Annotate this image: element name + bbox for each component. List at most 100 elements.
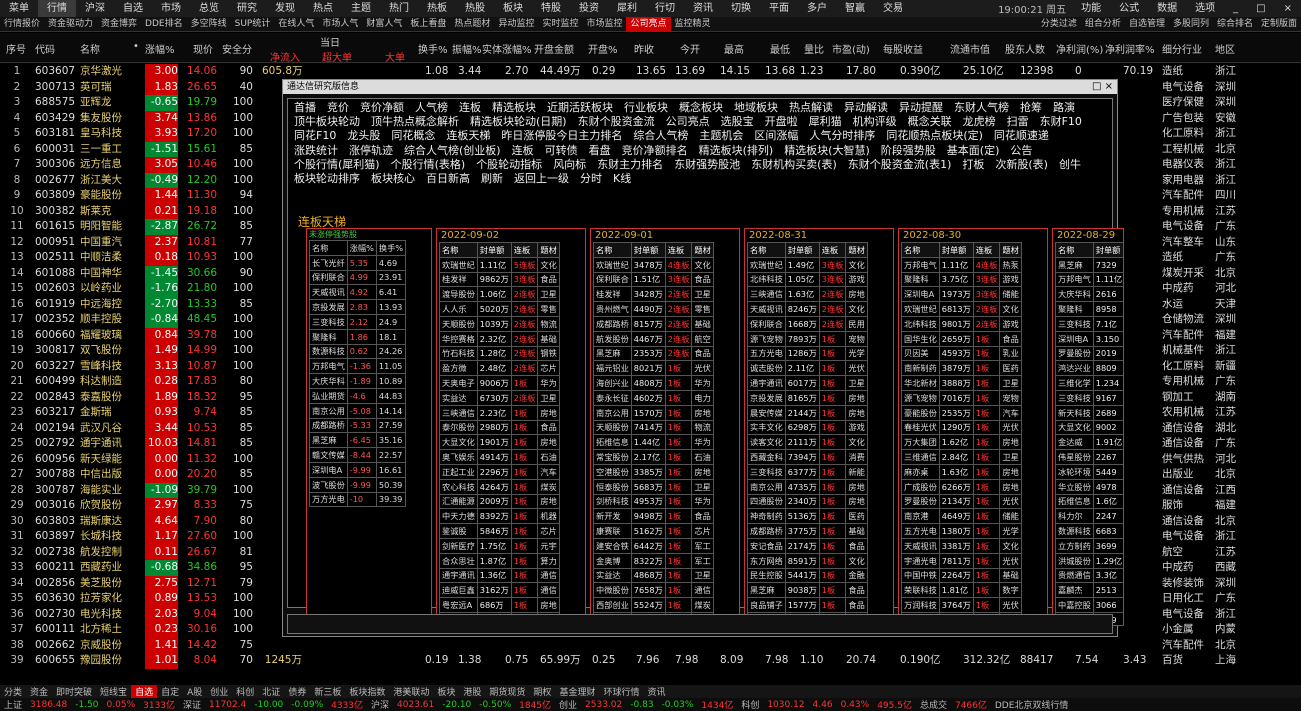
toolbar-item[interactable]: 定制版面 [1257, 17, 1301, 32]
ladder-row[interactable]: 万大集团 1.62亿 1板 房地 [901, 434, 1022, 451]
ladder-row[interactable]: 中微股份 7658万 1板 通信 [593, 582, 714, 599]
ladder-row[interactable]: 华控赛格 2.32亿 2连板 基础 [439, 330, 560, 347]
status-tab[interactable]: 板块指数 [345, 685, 389, 698]
dialog-link[interactable]: 连板 [512, 144, 534, 158]
dialog-link[interactable]: 竞价 [327, 101, 349, 115]
ladder-row[interactable]: 航发股份 4467万 2连板 航空 [593, 330, 714, 347]
dialog-link[interactable]: 扫雷 [1007, 115, 1029, 129]
ladder-row[interactable]: 宇通光电 7811万 1板 光伏 [901, 552, 1022, 569]
menu-item[interactable]: 多户 [798, 0, 836, 17]
ladder-row[interactable]: 人人乐 5020万 2连板 零售 [439, 301, 560, 317]
ladder-row[interactable]: 正起工业 2296万 1板 汽车 [439, 463, 560, 480]
side-row[interactable]: 成都路桥 -5.33 27.59 [309, 417, 407, 434]
menu-item[interactable]: 研究 [228, 0, 266, 17]
dialog-link[interactable]: 人气分时排序 [809, 129, 875, 143]
toolbar-item[interactable]: 财富人气 [362, 17, 406, 32]
ladder-row[interactable]: 中国中铁 2264万 1板 基础 [901, 567, 1022, 584]
ladder-row[interactable]: 天顺股份 7414万 1板 物流 [593, 419, 714, 436]
dialog-link[interactable]: 板块轮动排序 [294, 172, 360, 186]
dialog-link[interactable]: 东财主力排名 [597, 158, 663, 172]
column-header[interactable]: 流通市值 [950, 41, 990, 56]
ladder-row[interactable]: 新开发 9498万 1板 食品 [593, 508, 714, 525]
ladder-row[interactable]: 三变科技 7.1亿 [1055, 315, 1123, 332]
column-header[interactable]: 振幅% [452, 41, 482, 56]
ladder-row[interactable]: 福元铝业 8021万 1板 光伏 [593, 360, 714, 377]
ladder-row[interactable]: 罗曼股份 2134万 1板 光伏 [901, 493, 1022, 510]
menu-item[interactable]: × [1275, 0, 1301, 17]
dialog-link[interactable]: 精选板块轮动(日期) [470, 115, 567, 129]
dialog-link[interactable]: 竞价净额 [360, 101, 404, 115]
ladder-row[interactable]: 三峡通信 1.63亿 2连板 房地 [747, 286, 868, 303]
ladder-row[interactable]: 贝因美 4593万 1板 乳业 [901, 345, 1022, 362]
status-tab[interactable]: A股 [183, 685, 206, 698]
menu-item[interactable]: _ [1224, 0, 1247, 17]
column-header[interactable]: 市盈(动) [832, 41, 870, 56]
column-header[interactable]: 今开 [680, 41, 700, 56]
ladder-row[interactable]: 北纬科技 1.05亿 3连板 游戏 [747, 271, 868, 288]
ladder-row[interactable]: 常宝股份 2.17亿 1板 石油 [593, 449, 714, 465]
ladder-row[interactable]: 四通股份 2340万 1板 房地 [747, 493, 868, 510]
ladder-row[interactable]: 泰尔股份 2980万 1板 食品 [439, 419, 560, 436]
column-header[interactable]: 股东人数 [1005, 41, 1045, 56]
ladder-row[interactable]: 康赛联 5162万 1板 芯片 [593, 523, 714, 539]
dialog-link[interactable]: 东财强势股池 [674, 158, 740, 172]
ladder-row[interactable]: 南京公用 4735万 1板 房地 [747, 478, 868, 495]
status-tab[interactable]: 期货现货 [485, 685, 529, 698]
dialog-link[interactable]: 东财机构买卖(表) [751, 158, 837, 172]
status-tab[interactable]: 板块 [433, 685, 459, 698]
ladder-row[interactable]: 三变科技 6377万 1板 新能 [747, 463, 868, 480]
dialog-link[interactable]: 创牛 [1059, 158, 1081, 172]
menu-item[interactable]: 菜单 [0, 0, 38, 17]
menu-item[interactable]: 行情 [38, 0, 76, 17]
ladder-row[interactable]: 北纬科技 9801万 2连板 游戏 [901, 315, 1022, 332]
column-header[interactable]: 昨收 [634, 41, 654, 56]
column-header[interactable]: 净利润(%) [1056, 41, 1103, 56]
ladder-row[interactable]: 华北新材 3888万 1板 卫星 [901, 375, 1022, 391]
ladder-row[interactable]: 贵州燃气 4490万 2连板 零售 [593, 301, 714, 317]
column-header[interactable]: 地区 [1215, 41, 1235, 56]
dialog-link[interactable]: 异动提醒 [899, 101, 943, 115]
dialog-link[interactable]: 东财F10 [1040, 115, 1082, 129]
ladder-row[interactable]: 聚隆科 3.75亿 3连板 游戏 [901, 271, 1022, 288]
column-header[interactable]: 量比 [804, 41, 824, 56]
status-tab[interactable]: 港股 [459, 685, 485, 698]
status-tab[interactable]: 创业 [206, 685, 232, 698]
ladder-row[interactable]: 中嘉控股 3066 [1055, 597, 1123, 613]
menu-item[interactable]: 特股 [532, 0, 570, 17]
toolbar-item[interactable]: 实时监控 [538, 17, 582, 32]
ladder-row[interactable]: 汇通能源 2009万 1板 房地 [439, 493, 560, 510]
status-tab[interactable]: 自定 [157, 685, 183, 698]
ladder-row[interactable]: 奥飞娱乐 4914万 1板 石油 [439, 449, 560, 465]
dialog-link[interactable]: 机构评级 [853, 115, 897, 129]
dialog-link[interactable]: 阶段强势股 [881, 144, 936, 158]
ladder-row[interactable]: 黑芝麻 7329 [1055, 256, 1123, 273]
ladder-row[interactable]: 诚志股份 2.11亿 1板 光伏 [747, 360, 868, 377]
column-header[interactable]: 换手% [418, 41, 448, 56]
ladder-row[interactable]: 华立股份 4978 [1055, 478, 1123, 495]
status-tab[interactable]: 分类 [0, 685, 26, 698]
dialog-link[interactable]: 顶牛板块轮动 [294, 115, 360, 129]
dialog-link[interactable]: 近期活跃板块 [547, 101, 613, 115]
ladder-row[interactable]: 万邦电气 1.11亿 [1055, 271, 1123, 288]
menu-item[interactable]: 热股 [456, 0, 494, 17]
dialog-link[interactable]: 异动解读 [844, 101, 888, 115]
toolbar-item[interactable]: 分类过滤 [1037, 17, 1081, 32]
dialog-link[interactable]: 主题机会 [699, 129, 743, 143]
ladder-row[interactable]: 天顺股份 1039万 2连板 物流 [439, 315, 560, 332]
ladder-row[interactable]: 神奇制药 5136万 1板 医药 [747, 508, 868, 525]
ladder-row[interactable]: 荣联科技 1.81亿 1板 数字 [901, 582, 1022, 599]
ladder-row[interactable]: 万润科技 3764万 1板 光伏 [901, 597, 1022, 613]
close-icon[interactable]: □ × [1092, 80, 1113, 94]
research-dialog[interactable]: 通达信研究版信息 □ × 首播 竞价 竞价净额 人气榜 连板 精选板块 近期活跃板块 行业板块… [282, 79, 1124, 637]
dialog-link[interactable]: 百日新高 [426, 172, 470, 186]
ladder-row[interactable]: 金达威 1.91亿 [1055, 434, 1123, 451]
side-row[interactable]: 大庆华科 -1.89 10.89 [309, 373, 407, 389]
ladder-row[interactable]: 伟星股份 2267 [1055, 449, 1123, 465]
dialog-link[interactable]: 区间涨幅 [754, 129, 798, 143]
toolbar-item[interactable]: 组合分析 [1081, 17, 1125, 32]
ladder-row[interactable]: 西部创业 5524万 1板 煤炭 [593, 597, 714, 613]
ladder-row[interactable]: 鉴诚股 5846万 1板 芯片 [439, 523, 560, 539]
dialog-link[interactable]: 打板 [962, 158, 984, 172]
toolbar-item[interactable]: 综合排名 [1213, 17, 1257, 32]
ladder-row[interactable]: 海创兴业 4808万 1板 华为 [593, 375, 714, 391]
